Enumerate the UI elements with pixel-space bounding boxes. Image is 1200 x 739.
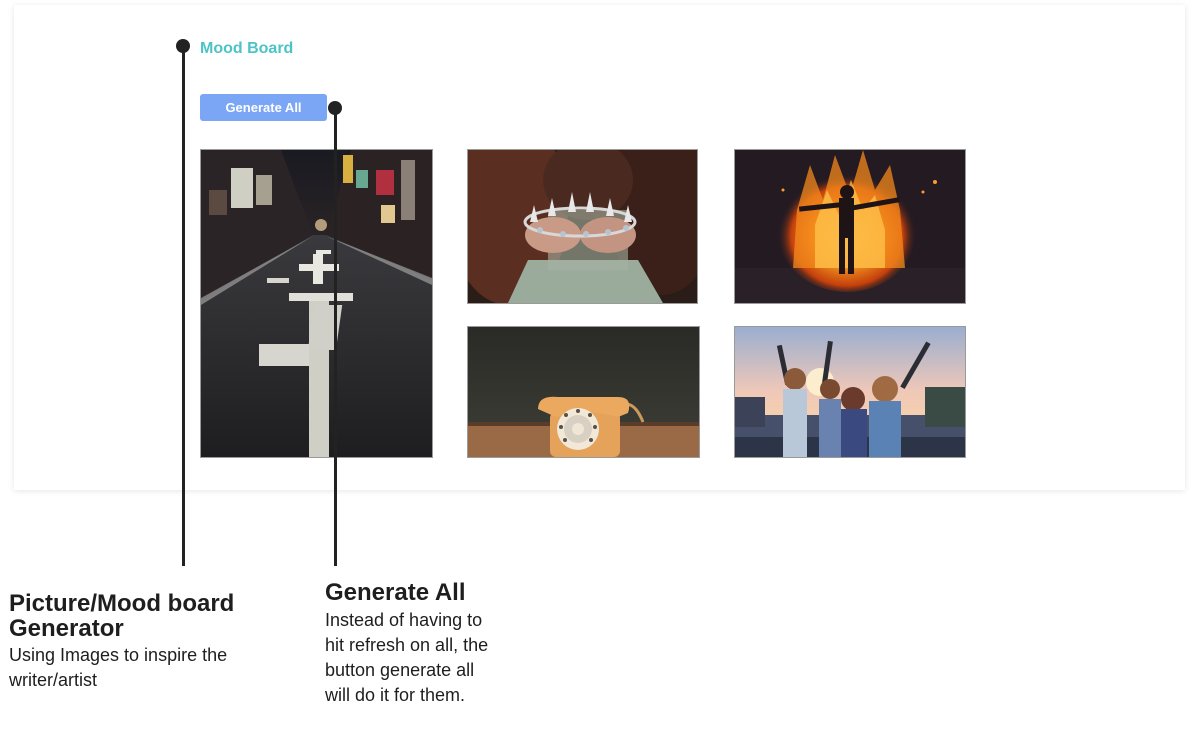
button-annotation-body-line3: button generate all: [325, 660, 475, 680]
friends-sunset-image: [735, 327, 965, 457]
night-street-photo[interactable]: [200, 149, 433, 458]
board-annotation-body: Using Images to inspire the writer/artis…: [9, 643, 227, 693]
crown-hands-photo[interactable]: [467, 149, 698, 304]
mood-board-mockup: Mood Board Generate All Picture/Mood boa…: [0, 0, 1200, 739]
board-annotation-title-line2: Generator: [9, 615, 124, 642]
button-leader-line: [334, 108, 337, 566]
button-annotation-body: Instead of having to hit refresh on all,…: [325, 608, 488, 708]
friends-sunset-photo[interactable]: [734, 326, 966, 458]
fire-silhouette-image: [735, 150, 965, 303]
fire-silhouette-photo[interactable]: [734, 149, 966, 304]
mood-board-title: Mood Board: [200, 40, 294, 57]
board-annotation-title: Picture/Mood board Generator: [9, 591, 234, 641]
board-leader-line: [182, 46, 185, 566]
button-annotation-body-line1: Instead of having to: [325, 610, 483, 630]
crown-hands-image: [468, 150, 697, 303]
board-annotation-title-line1: Picture/Mood board: [9, 590, 235, 617]
board-annotation-body-line1: Using Images to inspire the: [9, 645, 228, 665]
board-annotation-body-line2: writer/artist: [9, 670, 98, 690]
rotary-phone-photo[interactable]: [467, 326, 700, 458]
button-annotation-body-line4: will do it for them.: [325, 685, 466, 705]
night-street-image: [201, 150, 432, 457]
rotary-phone-image: [468, 327, 699, 457]
button-annotation-body-line2: hit refresh on all, the: [325, 635, 489, 655]
button-annotation-title: Generate All: [325, 579, 466, 606]
generate-all-button[interactable]: Generate All: [200, 94, 327, 121]
